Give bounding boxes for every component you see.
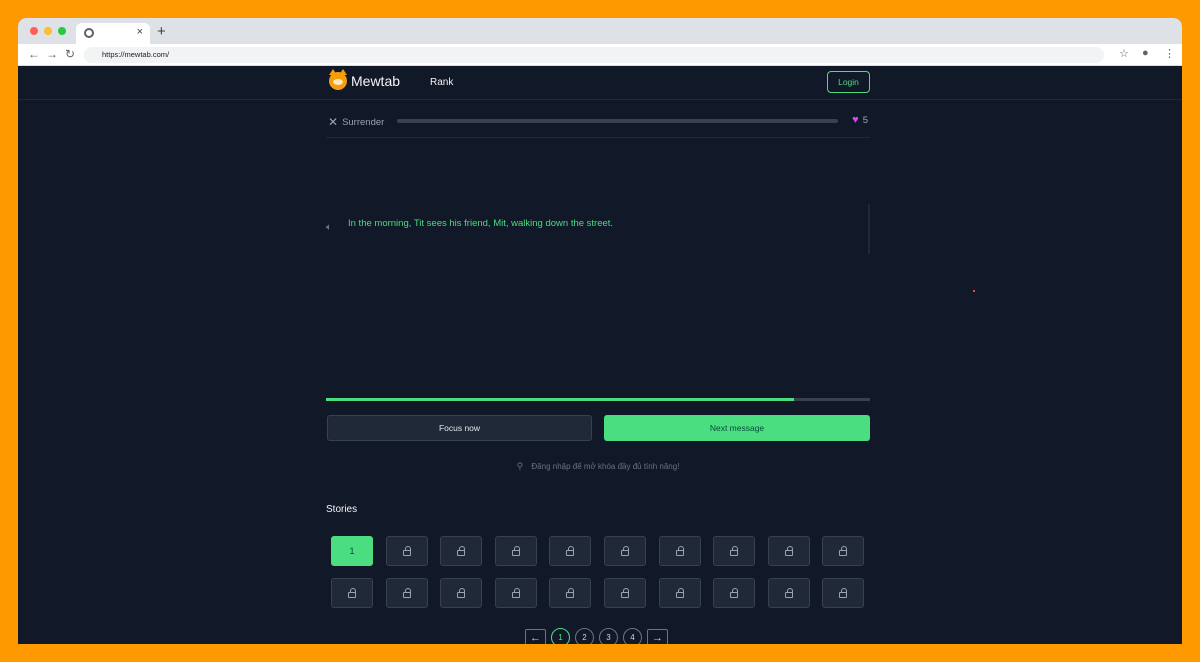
story-number: 1 (349, 546, 355, 556)
lock-icon (839, 587, 848, 598)
maximize-window-button[interactable] (58, 27, 66, 35)
lock-icon (566, 587, 575, 598)
story-cell[interactable] (549, 536, 592, 566)
prev-page-arrow-icon[interactable]: ← (525, 628, 546, 644)
nav-rank-link[interactable]: Rank (430, 77, 453, 88)
message-progress-fill (326, 398, 794, 401)
tab-close-icon[interactable]: × (137, 26, 143, 38)
browser-tab-bar: × + (18, 18, 1182, 44)
message-area: 🔈︎ In the morning, Tit sees his friend, … (326, 204, 870, 254)
reload-icon[interactable]: ↻ (65, 47, 75, 61)
logo[interactable]: Mewtab (329, 69, 401, 90)
story-cell[interactable] (385, 578, 428, 608)
story-cell[interactable] (385, 536, 428, 566)
scrollbar[interactable] (868, 204, 870, 254)
lock-icon (348, 587, 356, 598)
stories-title: Stories (326, 504, 358, 515)
story-cell[interactable] (713, 578, 756, 608)
lock-icon (402, 587, 411, 598)
stories-grid: 1 (331, 536, 865, 608)
lock-icon (566, 545, 575, 556)
lock-icon (784, 545, 793, 556)
page-button-1[interactable]: 1 (551, 628, 570, 644)
close-icon: ✕ (328, 115, 339, 129)
minimize-window-button[interactable] (44, 27, 52, 35)
new-tab-button[interactable]: + (157, 23, 166, 40)
story-cell[interactable] (549, 578, 592, 608)
login-hint-text: Đăng nhập để mở khóa đầy đủ tính năng! (531, 462, 680, 471)
lives-count: 5 (862, 114, 868, 126)
url-input[interactable]: https://mewtab.com/ (84, 47, 1104, 63)
lock-icon (511, 545, 520, 556)
cat-logo-icon (329, 69, 347, 90)
back-icon[interactable]: ← (28, 47, 40, 61)
lock-icon (839, 545, 848, 556)
lock-icon (620, 587, 629, 598)
story-cell[interactable] (822, 536, 865, 566)
focus-now-button[interactable]: Focus now (327, 415, 592, 441)
menu-kebab-icon[interactable]: ⋮ (1164, 47, 1175, 60)
surrender-label: Surrender (342, 116, 385, 128)
lock-icon (511, 587, 520, 598)
bookmark-star-icon[interactable]: ☆ (1119, 47, 1129, 60)
next-page-arrow-icon[interactable]: → (647, 628, 668, 644)
story-cell[interactable] (440, 578, 483, 608)
lock-icon (730, 587, 739, 598)
address-bar: ← → ↻ https://mewtab.com/ ☆ ● ⋮ (18, 44, 1182, 66)
page: Mewtab Rank Login ✕ Surrender ♥ 5 🔈︎ In … (18, 66, 1182, 644)
page-button-3[interactable]: 3 (599, 628, 618, 644)
heart-icon: ♥ (852, 114, 859, 126)
lock-icon (675, 587, 684, 598)
lock-icon (457, 545, 466, 556)
story-cell[interactable] (767, 578, 810, 608)
forward-icon[interactable]: → (46, 47, 58, 61)
lesson-progress-track (397, 119, 838, 123)
story-cell[interactable] (658, 578, 701, 608)
site-header: Mewtab Rank Login (18, 66, 1182, 100)
browser-tab[interactable]: × (76, 23, 150, 44)
stray-pixel (973, 290, 975, 292)
message-text: In the morning, Tit sees his friend, Mit… (348, 218, 614, 229)
story-cell[interactable] (494, 536, 537, 566)
browser-window: × + ← → ↻ https://mewtab.com/ ☆ ● ⋮ Mewt… (18, 18, 1182, 644)
lock-icon (730, 545, 739, 556)
lives-counter: ♥ 5 (852, 114, 868, 126)
story-cell[interactable] (331, 578, 373, 608)
pagination: ← 1 2 3 4 → (525, 628, 668, 644)
story-cell[interactable] (822, 578, 865, 608)
story-cell[interactable] (603, 536, 646, 566)
page-button-4[interactable]: 4 (623, 628, 642, 644)
story-cell[interactable]: 1 (331, 536, 373, 566)
lock-icon (620, 545, 629, 556)
story-cell[interactable] (494, 578, 537, 608)
story-cell[interactable] (603, 578, 646, 608)
lock-icon (784, 587, 793, 598)
lightbulb-icon: ⚲ (516, 461, 524, 471)
lock-icon (457, 587, 466, 598)
logo-text: Mewtab (351, 73, 401, 89)
close-window-button[interactable] (30, 27, 38, 35)
story-cell[interactable] (440, 536, 483, 566)
login-hint: ⚲ Đăng nhập để mở khóa đầy đủ tính năng! (326, 461, 870, 472)
surrender-button[interactable]: ✕ Surrender (328, 115, 384, 129)
message-progress-bar (326, 398, 870, 401)
story-cell[interactable] (767, 536, 810, 566)
window-controls (30, 27, 66, 35)
story-cell[interactable] (713, 536, 756, 566)
lock-icon (402, 545, 411, 556)
lock-icon (675, 545, 684, 556)
story-cell[interactable] (658, 536, 701, 566)
next-message-button[interactable]: Next message (604, 415, 870, 441)
page-button-2[interactable]: 2 (575, 628, 594, 644)
chrome-icon (84, 28, 94, 38)
lesson-toolbar: ✕ Surrender ♥ 5 (326, 110, 870, 138)
profile-icon[interactable]: ● (1142, 47, 1149, 59)
login-button[interactable]: Login (827, 71, 870, 93)
speaker-icon[interactable]: 🔈︎ (326, 222, 332, 233)
